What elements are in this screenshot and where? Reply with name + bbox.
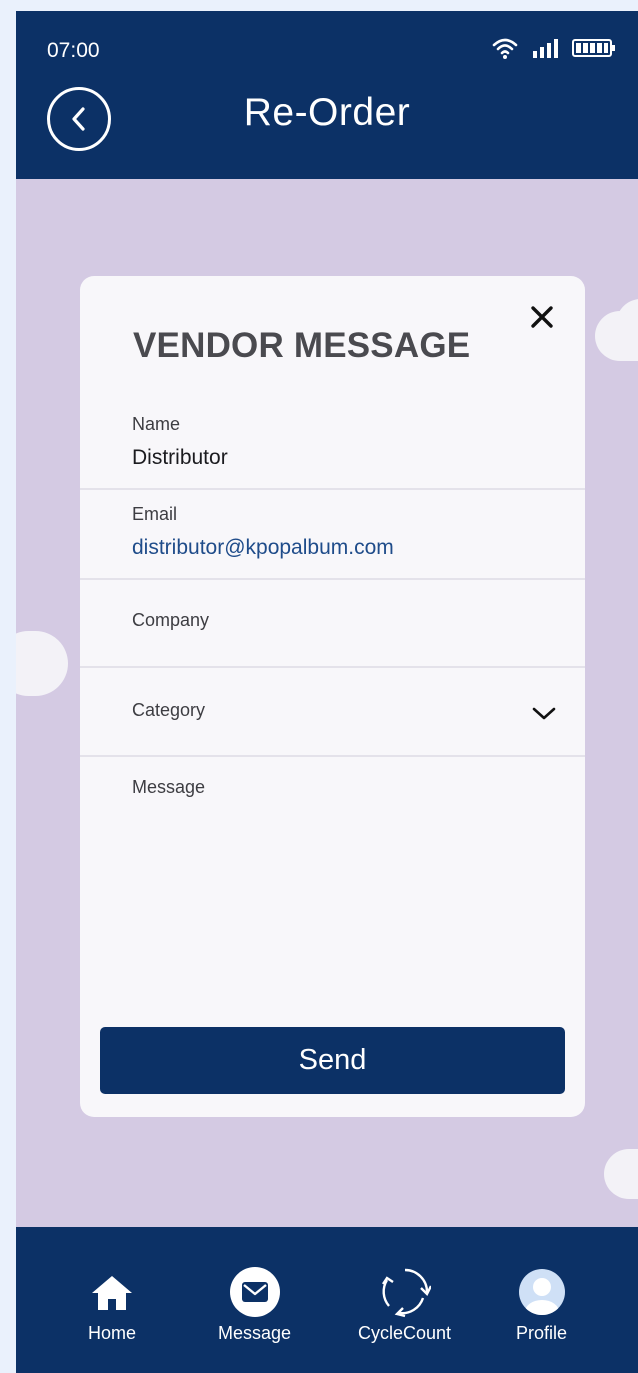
card-title: VENDOR MESSAGE (133, 326, 471, 365)
cloud-decoration (604, 1149, 638, 1199)
nav-label: Home (88, 1323, 137, 1343)
signal-icon (533, 39, 558, 58)
company-label: Company (132, 610, 210, 630)
battery-icon (572, 39, 615, 57)
nav-label: Profile (516, 1323, 568, 1343)
close-button[interactable] (527, 302, 557, 332)
category-select[interactable]: Category (80, 668, 585, 757)
send-button[interactable]: Send (100, 1027, 565, 1094)
name-field[interactable]: Name Distributor (80, 396, 585, 490)
name-label: Name (132, 414, 181, 434)
status-icons (492, 37, 616, 59)
vendor-message-card: VENDOR MESSAGE Name Distributor Email di… (80, 276, 585, 1117)
cycle-icon (381, 1268, 431, 1318)
status-time: 07:00 (47, 39, 100, 62)
email-value: distributor@kpopalbum.com (132, 536, 394, 559)
message-label: Message (132, 777, 206, 797)
category-label: Category (132, 700, 206, 720)
company-field[interactable]: Company (80, 580, 585, 668)
nav-label: Message (218, 1323, 292, 1343)
nav-item-home[interactable]: Home (88, 1267, 136, 1344)
message-field[interactable]: Message (80, 757, 585, 1007)
close-icon (531, 306, 553, 328)
nav-item-message[interactable]: Message (218, 1267, 291, 1344)
nav-item-profile[interactable]: Profile (516, 1267, 567, 1344)
home-icon (92, 1276, 132, 1310)
avatar-icon (518, 1269, 565, 1315)
nav-item-cyclecount[interactable]: CycleCount (358, 1267, 451, 1344)
name-value: Distributor (132, 446, 228, 469)
wifi-icon (492, 38, 518, 59)
phone-screen: 07:00 Re-Order VENDOR MESSAGE Name Distr… (16, 11, 638, 1373)
app-header: 07:00 Re-Order (16, 11, 638, 179)
bottom-nav: Home Message CycleCount Profile (16, 1227, 638, 1373)
email-field[interactable]: Email distributor@kpopalbum.com (80, 490, 585, 580)
nav-label: CycleCount (358, 1323, 452, 1343)
email-label: Email (132, 504, 178, 524)
envelope-icon (229, 1267, 280, 1317)
cloud-decoration (16, 631, 68, 696)
page-title: Re-Order (243, 91, 411, 134)
chevron-down-icon (532, 707, 556, 720)
